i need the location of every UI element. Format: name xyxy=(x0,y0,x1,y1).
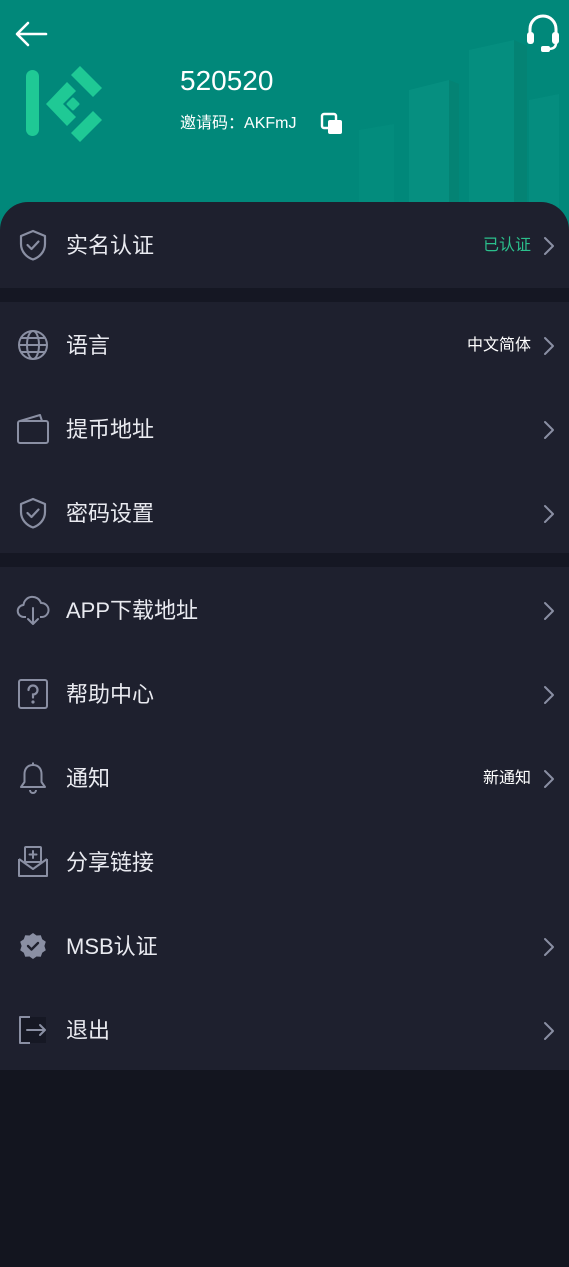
chevron-right-icon xyxy=(544,938,554,956)
menu-item-language[interactable]: 语言 中文简体 xyxy=(0,304,569,388)
menu-item-help-center[interactable]: 帮助中心 xyxy=(0,653,569,737)
chevron-right-icon xyxy=(544,421,554,439)
copy-icon xyxy=(320,112,342,134)
menu-item-logout[interactable]: 退出 xyxy=(0,989,569,1073)
section-divider xyxy=(0,553,569,567)
current-language: 中文简体 xyxy=(466,337,531,354)
menu-item-msb-verification[interactable]: MSB认证 xyxy=(0,905,569,989)
globe-icon xyxy=(18,330,48,360)
menu-item-label: 帮助中心 xyxy=(66,682,155,707)
back-button[interactable] xyxy=(12,16,52,52)
shield-check-icon xyxy=(19,497,47,529)
chevron-right-icon xyxy=(544,686,554,704)
chevron-right-icon xyxy=(544,1022,554,1040)
customer-support-button[interactable] xyxy=(523,12,563,54)
chevron-right-icon xyxy=(544,602,554,620)
headset-icon xyxy=(527,14,559,52)
invite-code-line: 邀请码： AKFmJ xyxy=(180,114,296,134)
menu-item-label: 密码设置 xyxy=(66,501,155,526)
menu-item-real-name-verification[interactable]: 实名认证 已认证 xyxy=(0,204,569,288)
menu-item-label: 分享链接 xyxy=(66,850,155,875)
back-arrow-icon xyxy=(15,21,48,47)
invite-code-label: 邀请码： xyxy=(180,115,245,132)
username: 520520 xyxy=(180,65,274,96)
menu-item-label: MSB认证 xyxy=(66,934,158,959)
chevron-right-icon xyxy=(544,505,554,523)
menu-item-label: APP下载地址 xyxy=(66,598,199,623)
menu-item-notifications[interactable]: 通知 新通知 xyxy=(0,737,569,821)
chevron-right-icon xyxy=(544,770,554,788)
notification-status: 新通知 xyxy=(482,770,531,787)
copy-invite-code-button[interactable] xyxy=(320,112,344,136)
logout-icon xyxy=(19,1016,46,1044)
kucoin-logo-icon xyxy=(26,66,102,142)
menu-item-label: 通知 xyxy=(66,766,111,791)
menu-item-password-settings[interactable]: 密码设置 xyxy=(0,472,569,556)
verification-status: 已认证 xyxy=(482,237,531,254)
invite-code-value: AKFmJ xyxy=(244,115,297,132)
badge-icon xyxy=(20,933,46,959)
menu-item-app-download[interactable]: APP下载地址 xyxy=(0,569,569,653)
menu-item-label: 实名认证 xyxy=(66,233,155,258)
chevron-right-icon xyxy=(544,337,554,355)
wallet-icon xyxy=(17,414,49,444)
menu-item-label: 语言 xyxy=(66,333,111,358)
section-divider xyxy=(0,288,569,302)
shield-icon xyxy=(19,229,47,261)
menu-item-label: 提币地址 xyxy=(66,417,155,442)
menu-item-withdrawal-address[interactable]: 提币地址 xyxy=(0,388,569,472)
menu-item-share-link[interactable]: 分享链接 xyxy=(0,821,569,905)
bell-icon xyxy=(20,762,46,794)
settings-menu: 实名认证 已认证 语言 中文简体 提币地址 密码设置 APP下载地址 帮助中心 … xyxy=(0,202,569,1070)
menu-item-label: 退出 xyxy=(66,1018,111,1043)
chevron-right-icon xyxy=(544,237,554,255)
cloud-download-icon xyxy=(16,595,50,625)
share-icon xyxy=(18,846,48,877)
help-icon xyxy=(18,679,48,709)
account-page: 520520 邀请码： AKFmJ 实名认证 已认证 语言 中文简体 提币地址 … xyxy=(0,0,569,1267)
